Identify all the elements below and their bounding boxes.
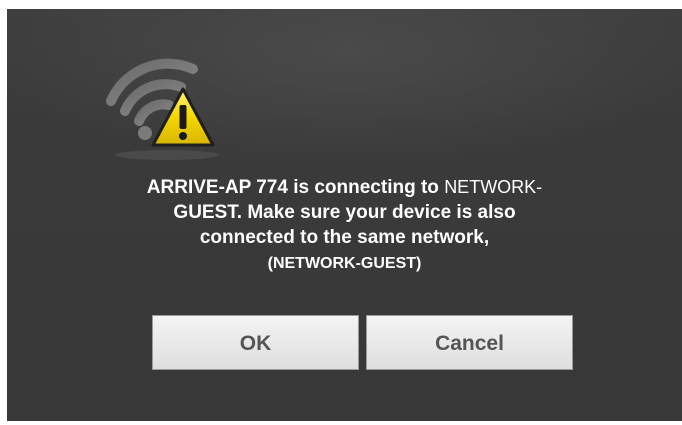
ok-button[interactable]: OK [152, 315, 359, 370]
network-name-parenthetical: (NETWORK-GUEST) [267, 255, 422, 272]
message-part-1: ARRIVE-AP 774 is connecting to [146, 177, 445, 198]
connection-warning-dialog: ARRIVE-AP 774 is connecting to NETWORK- … [7, 9, 682, 421]
wifi-warning-icon [97, 49, 227, 161]
dialog-message: ARRIVE-AP 774 is connecting to NETWORK- … [47, 175, 642, 276]
message-part-3: connected to the same network, [199, 227, 490, 248]
message-part-2: GUEST. Make sure your device is also [173, 202, 516, 223]
network-name-inline: NETWORK- [444, 177, 543, 197]
cancel-button[interactable]: Cancel [366, 315, 573, 370]
